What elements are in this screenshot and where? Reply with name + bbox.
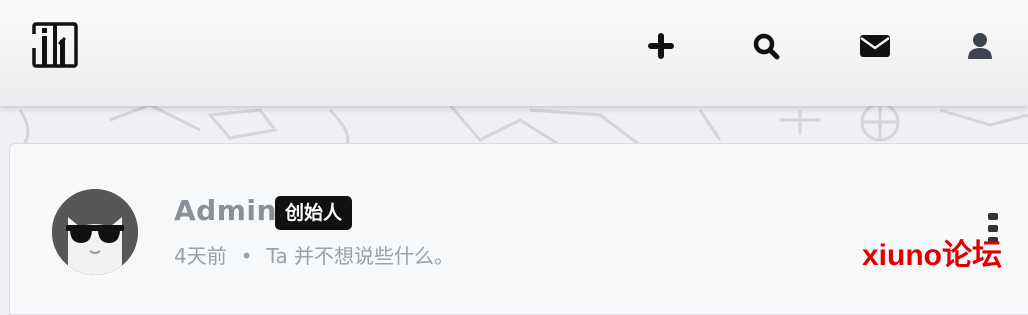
top-navbar <box>0 0 1028 106</box>
profile-card: Admin 创始人 4天前 • Ta 并不想说些什么。 xiuno论坛 <box>9 143 1028 315</box>
search-icon[interactable] <box>748 28 784 64</box>
username[interactable]: Admin <box>174 194 277 227</box>
watermark-text: xiuno论坛 <box>862 239 1002 272</box>
separator-dot: • <box>240 244 253 268</box>
plus-icon[interactable] <box>643 28 679 64</box>
user-bio: Ta 并不想说些什么。 <box>266 244 455 268</box>
user-icon[interactable] <box>962 28 998 64</box>
cat-sunglasses-avatar <box>52 189 138 275</box>
site-logo-icon[interactable] <box>32 22 78 68</box>
post-time: 4天前 <box>174 244 227 268</box>
avatar[interactable] <box>52 189 138 275</box>
role-badge: 创始人 <box>275 196 353 230</box>
envelope-icon[interactable] <box>857 28 893 64</box>
profile-meta: 4天前 • Ta 并不想说些什么。 <box>174 240 454 269</box>
